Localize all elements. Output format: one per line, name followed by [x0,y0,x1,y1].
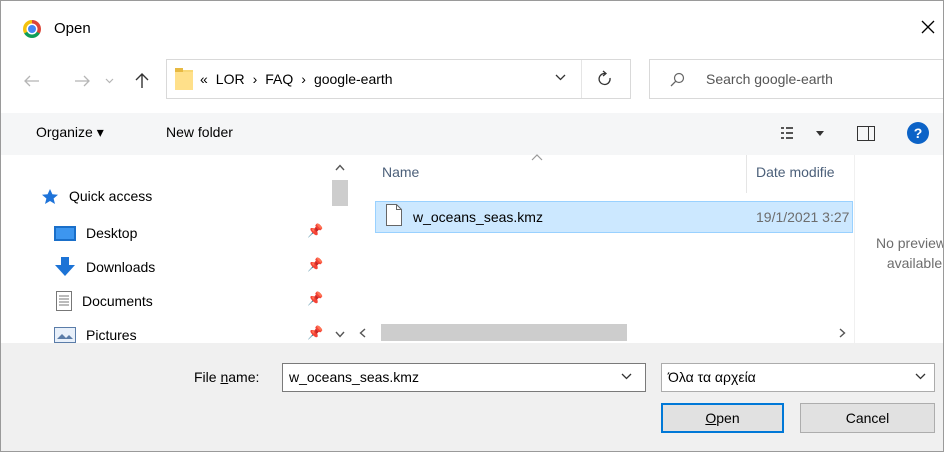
address-bar[interactable]: « LOR › FAQ › google-earth [166,59,631,99]
arrow-right-icon [75,75,90,87]
search-box[interactable]: Search google-earth [649,59,943,99]
breadcrumb: « LOR › FAQ › google-earth [200,71,401,87]
back-button[interactable] [22,71,42,91]
breadcrumb-lor[interactable]: LOR [216,71,245,87]
sidebar-item-downloads[interactable]: Downloads [54,255,155,279]
label-text: ame: [228,369,260,385]
sidebar-scrollbar[interactable] [331,155,349,343]
view-details-icon [781,127,824,139]
file-name: w_oceans_seas.kmz [413,209,543,225]
sidebar-item-documents[interactable]: Documents [56,289,153,313]
download-icon [55,257,75,276]
sidebar-item-label: Downloads [86,259,156,275]
chevron-down-icon[interactable] [621,373,632,380]
chevron-down-icon [105,78,113,84]
change-view-button[interactable] [779,126,827,145]
sidebar-item-label: Quick access [69,188,153,204]
preview-pane-icon [868,127,869,140]
preview-pane: No preview available. [854,155,944,343]
breadcrumb-faq[interactable]: FAQ [265,71,293,87]
open-file-dialog: Open « LOR › FAQ › google-earth Search g… [0,0,944,452]
breadcrumb-google-earth[interactable]: google-earth [314,71,393,87]
star-icon [42,188,58,204]
pin-icon: 📌 [307,325,324,340]
button-label: pen [716,410,740,426]
file-list-hscrollbar[interactable] [351,322,854,343]
close-icon [921,20,935,34]
search-icon [670,72,685,87]
bottom-panel: File name: Όλα τα αρχεία Open Cancel [1,343,943,451]
new-folder-button[interactable]: New folder [166,124,233,140]
file-list: Name Date modifie w_oceans_seas.kmz 19/1… [351,154,854,343]
pin-icon: 📌 [307,257,324,272]
column-divider[interactable] [746,155,747,193]
preview-pane-button[interactable] [857,126,875,141]
refresh-icon[interactable] [597,70,613,88]
search-input[interactable]: Search google-earth [706,71,833,87]
file-name-field[interactable] [289,369,609,385]
sidebar-item-label: Documents [82,293,153,309]
sidebar-item-label: Pictures [86,327,137,343]
button-accelerator: O [705,410,717,426]
label-text: File [194,369,221,385]
chevron-down-icon[interactable] [335,331,345,338]
help-button[interactable]: ? [907,122,929,144]
toolbar: Organize ▾ New folder ? [1,113,943,155]
recent-locations-button[interactable] [103,71,115,91]
chrome-icon [23,20,41,38]
file-type-select[interactable]: Όλα τα αρχεία [661,363,935,392]
breadcrumb-separator[interactable]: › [253,71,258,87]
column-header-date-modified[interactable]: Date modifie [756,164,835,180]
file-name-combobox[interactable] [282,363,646,392]
organize-button[interactable]: Organize ▾ [36,124,104,141]
file-type-value: Όλα τα αρχεία [668,369,756,385]
pin-icon: 📌 [307,291,324,306]
pin-icon: 📌 [307,223,324,238]
chevron-down-icon[interactable] [555,74,566,81]
scrollbar-thumb[interactable] [381,324,627,341]
up-button[interactable] [132,71,152,91]
chevron-left-icon[interactable] [359,328,366,338]
scrollbar-thumb[interactable] [332,180,348,206]
desktop-icon [54,225,76,241]
forward-button[interactable] [72,71,92,91]
pictures-icon [54,327,76,343]
documents-icon [56,291,72,311]
cancel-button[interactable]: Cancel [800,403,935,433]
file-icon [386,204,402,226]
sidebar-item-quick-access[interactable]: Quick access [41,184,152,208]
title-bar: Open [1,1,943,59]
window-title: Open [54,20,91,37]
arrow-up-icon [135,73,149,88]
breadcrumb-separator[interactable]: › [301,71,306,87]
column-header-name[interactable]: Name [382,164,419,180]
close-button[interactable] [911,9,943,45]
chevron-up-icon[interactable] [335,164,345,171]
divider [581,60,582,98]
breadcrumb-overflow[interactable]: « [200,71,208,87]
arrow-left-icon [24,75,39,87]
chevron-down-icon [915,373,926,380]
sort-ascending-icon [531,154,543,161]
navigation-pane: Quick access Desktop 📌 Downloads 📌 Docum… [1,155,351,343]
sidebar-item-label: Desktop [86,225,138,241]
file-date: 19/1/2021 3:27 [756,209,850,225]
open-button[interactable]: Open [661,403,784,433]
preview-message: No preview available. [875,235,944,271]
chevron-right-icon[interactable] [839,328,846,338]
sidebar-item-desktop[interactable]: Desktop [54,221,137,245]
folder-icon [175,68,193,90]
file-name-label: File name: [194,369,259,385]
